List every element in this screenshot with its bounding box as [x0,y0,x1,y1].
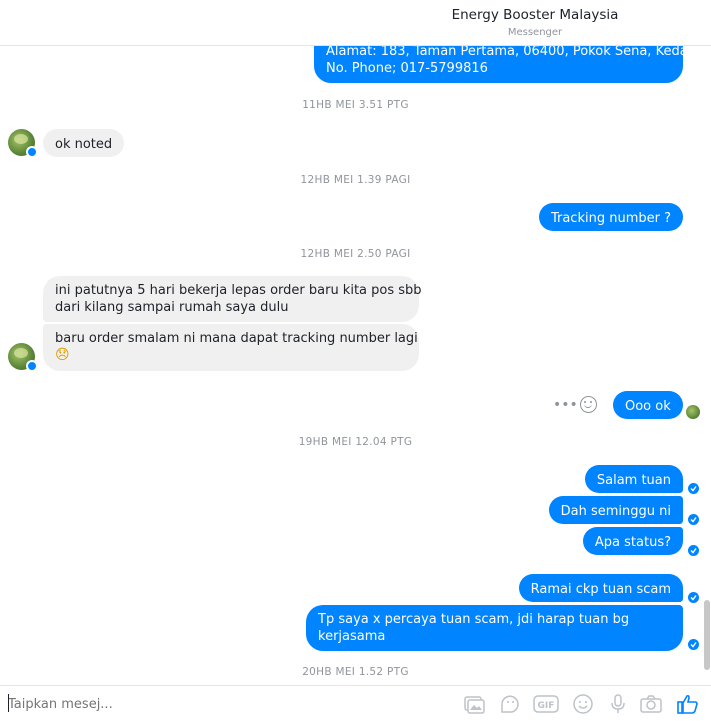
message-text: Tracking number ? [550,211,671,226]
message-text: Salam tuan [596,473,671,488]
message-text: kerjasama [318,629,386,644]
seen-avatar-icon [686,405,700,419]
text-cursor [8,694,9,712]
like-icon[interactable] [676,692,700,716]
delivered-check-icon [688,514,699,525]
emoji-icon[interactable] [571,692,595,716]
contact-avatar[interactable] [8,129,38,158]
delivered-check-icon [688,545,699,556]
timestamp: 12HB MEI 2.50 PAGI [300,248,411,260]
message-text: ini patutnya 5 hari bekerja lepas order … [55,283,422,298]
message-bubble-outgoing: Ooo ok [613,391,683,419]
timestamp: 11HB MEI 3.51 PTG [302,99,409,111]
more-options-icon[interactable]: ••• [553,397,578,413]
sticker-icon[interactable] [498,692,522,716]
delivered-check-icon [688,592,699,603]
message-thread: Alamat: 183, Taman Pertama, 06400, Pokok… [0,0,711,685]
reaction-emoji-icon[interactable] [580,396,597,413]
messenger-badge-icon [26,360,38,372]
message-composer: GIF [0,685,711,721]
message-input[interactable] [8,694,308,714]
conversation-header: Energy Booster Malaysia Messenger [0,0,711,46]
contact-avatar[interactable] [8,343,38,372]
delivered-check-icon [688,483,699,494]
message-bubble-outgoing: Tp saya x percaya tuan scam, jdi harap t… [306,605,683,651]
message-text: baru order smalam ni mana dapat tracking… [55,331,418,346]
message-bubble-outgoing: Apa status? [582,527,683,555]
message-text: No. Phone; 017-5799816 [326,61,488,76]
message-bubble-incoming: ini patutnya 5 hari bekerja lepas order … [43,276,422,322]
camera-icon[interactable] [639,692,663,716]
svg-text:GIF: GIF [538,701,555,711]
delivered-check-icon [688,639,699,650]
message-bubble-outgoing: Ramai ckp tuan scam [518,574,683,602]
timestamp: 20HB MEI 1.52 PTG [302,666,409,678]
microphone-icon[interactable] [606,692,630,716]
timestamp: 19HB MEI 12.04 PTG [298,436,413,448]
photo-icon[interactable] [462,692,486,716]
message-text: dari kilang sampai rumah saya dulu [55,300,289,315]
sad-emoji-icon: 😞 [55,347,70,363]
message-bubble-outgoing: Salam tuan [584,465,683,493]
message-text: Ramai ckp tuan scam [530,582,671,597]
message-text: Dah seminggu ni [560,504,671,519]
message-text: Ooo ok [625,399,671,414]
conversation-subtitle: Messenger [507,27,563,38]
gif-icon[interactable]: GIF [533,692,559,716]
message-bubble-incoming: baru order smalam ni mana dapat tracking… [43,324,419,371]
thread-scrollbar[interactable] [704,600,710,670]
timestamp: 12HB MEI 1.39 PAGI [300,174,411,186]
message-bubble-outgoing: Tracking number ? [538,203,683,231]
message-text: Tp saya x percaya tuan scam, jdi harap t… [318,612,630,627]
message-text: ok noted [55,137,113,152]
message-bubble-incoming: ok noted [43,129,125,157]
conversation-title[interactable]: Energy Booster Malaysia [0,7,711,23]
message-bubble-outgoing: Dah seminggu ni [548,496,683,524]
messenger-badge-icon [26,146,38,158]
message-text: Apa status? [594,535,671,550]
